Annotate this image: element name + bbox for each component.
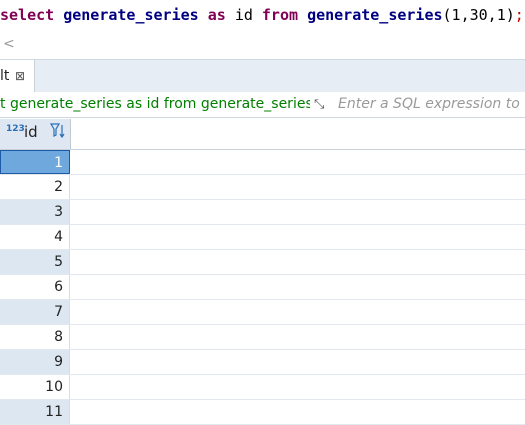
row-empty-area bbox=[70, 200, 525, 224]
filter-bar: t generate_series as id from generate_se… bbox=[0, 92, 525, 118]
semicolon: ; bbox=[514, 6, 524, 24]
cell-id[interactable]: 1 bbox=[0, 150, 70, 174]
row-empty-area bbox=[70, 250, 525, 274]
row-empty-area bbox=[70, 150, 525, 174]
alias-name: id bbox=[234, 6, 262, 24]
results-tab-strip: lt ⊠ bbox=[0, 59, 525, 93]
row-empty-area bbox=[70, 375, 525, 399]
scroll-left-icon[interactable]: < bbox=[3, 36, 15, 52]
function-name: generate_series bbox=[63, 6, 208, 24]
cell-id[interactable]: 5 bbox=[0, 250, 70, 274]
row-empty-area bbox=[70, 400, 525, 424]
table-row[interactable]: 7 bbox=[0, 300, 525, 325]
filter-input[interactable]: Enter a SQL expression to filter results bbox=[338, 92, 525, 117]
cell-id[interactable]: 3 bbox=[0, 200, 70, 224]
cell-id[interactable]: 10 bbox=[0, 375, 70, 399]
keyword-as: as bbox=[207, 6, 235, 24]
table-row[interactable]: 3 bbox=[0, 200, 525, 225]
tab-label: lt bbox=[0, 68, 10, 84]
grid-header: 123 id bbox=[0, 119, 525, 150]
sql-editor-line[interactable]: select generate_series as id from genera… bbox=[0, 0, 525, 30]
results-grid: 1 2 3 4 5 6 7 8 9 10 11 bbox=[0, 150, 525, 425]
table-row[interactable]: 9 bbox=[0, 350, 525, 375]
keyword-select: select bbox=[0, 6, 64, 24]
row-empty-area bbox=[70, 325, 525, 349]
cell-id[interactable]: 9 bbox=[0, 350, 70, 374]
table-row[interactable]: 11 bbox=[0, 400, 525, 425]
table-row[interactable]: 8 bbox=[0, 325, 525, 350]
cell-id[interactable]: 2 bbox=[0, 175, 70, 199]
row-empty-area bbox=[70, 175, 525, 199]
expand-icon[interactable]: ⤡ bbox=[314, 92, 332, 117]
keyword-from: from bbox=[261, 6, 308, 24]
table-row[interactable]: 6 bbox=[0, 275, 525, 300]
row-empty-area bbox=[70, 350, 525, 374]
column-name: id bbox=[24, 123, 38, 141]
query-text: t generate_series as id from generate_se… bbox=[0, 96, 310, 112]
table-row[interactable]: 10 bbox=[0, 375, 525, 400]
table-row[interactable]: 1 bbox=[0, 150, 525, 175]
cell-id[interactable]: 6 bbox=[0, 275, 70, 299]
row-empty-area bbox=[70, 225, 525, 249]
table-row[interactable]: 2 bbox=[0, 175, 525, 200]
cell-id[interactable]: 11 bbox=[0, 400, 70, 424]
close-icon[interactable]: ⊠ bbox=[15, 60, 25, 92]
row-empty-area bbox=[70, 300, 525, 324]
function-name-2: generate_series bbox=[307, 6, 443, 24]
tab-results[interactable]: lt ⊠ bbox=[0, 60, 35, 92]
row-empty-area bbox=[70, 275, 525, 299]
cell-id[interactable]: 7 bbox=[0, 300, 70, 324]
numeric-type-icon: 123 bbox=[6, 124, 25, 134]
cell-id[interactable]: 4 bbox=[0, 225, 70, 249]
cell-id[interactable]: 8 bbox=[0, 325, 70, 349]
table-row[interactable]: 5 bbox=[0, 250, 525, 275]
column-header-id[interactable]: 123 id bbox=[0, 119, 71, 149]
table-row[interactable]: 4 bbox=[0, 225, 525, 250]
function-args: (1,30,1) bbox=[442, 6, 515, 24]
filter-sort-icon[interactable] bbox=[49, 122, 66, 144]
horizontal-scrollbar[interactable]: < bbox=[0, 33, 525, 59]
